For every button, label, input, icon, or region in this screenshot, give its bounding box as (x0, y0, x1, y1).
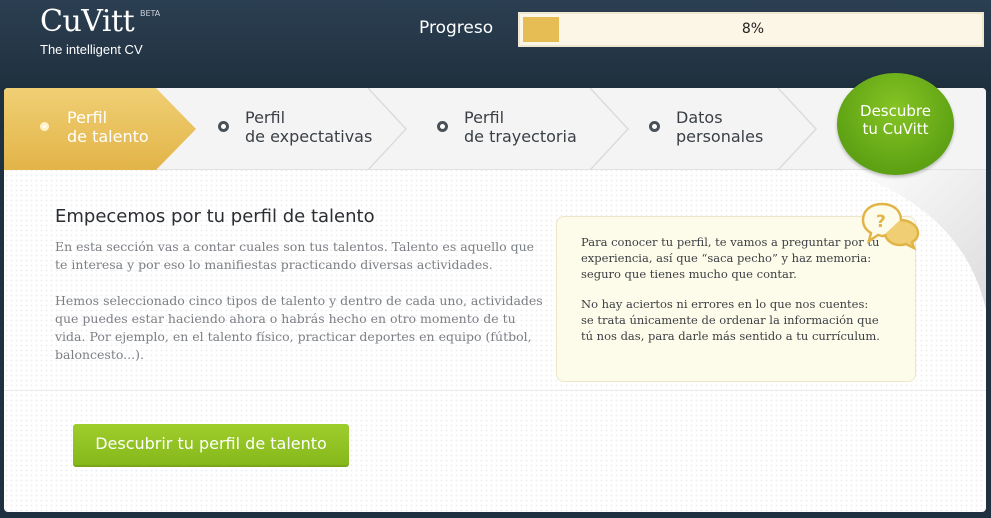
step-active-dot-icon (40, 122, 49, 131)
step-label: Perfil de expectativas (245, 108, 373, 146)
descubre-cuvitt-button[interactable]: Descubre tu CuVitt (837, 73, 954, 175)
help-text: Para conocer tu perfil, te vamos a pregu… (581, 235, 880, 281)
step-perfil-expectativas[interactable]: Perfil de expectativas (204, 88, 404, 170)
logo[interactable]: CuVitt (40, 4, 135, 39)
step-dot-icon (437, 121, 448, 132)
beta-badge: BETA (140, 9, 161, 18)
step-datos-personales[interactable]: Datos personales (634, 88, 794, 170)
detail-paragraph: Hemos seleccionado cinco tipos de talent… (55, 293, 543, 362)
button-label: Descubrir tu perfil de talento (95, 434, 327, 453)
main-card: Perfil de talento Perfil de expectativas… (4, 73, 986, 512)
intro-paragraph: En esta sección vas a contar cuales son … (55, 239, 535, 272)
step-perfil-trayectoria[interactable]: Perfil de trayectoria (424, 88, 604, 170)
section-heading: Empecemos por tu perfil de talento (55, 206, 375, 227)
step-perfil-talento[interactable]: Perfil de talento (4, 88, 194, 170)
header-bar: CuVitt BETA The intelligent CV Progreso … (0, 0, 991, 92)
content-divider (4, 390, 986, 391)
step-label: Perfil de trayectoria (464, 108, 577, 146)
help-text: No hay aciertos ni errores en lo que nos… (581, 297, 880, 343)
logo-tagline: The intelligent CV (40, 42, 143, 57)
step-dot-icon (649, 121, 660, 132)
question-bubble-icon: ? (861, 202, 920, 250)
step-label: Datos personales (676, 108, 764, 146)
progress-value: 8% (741, 21, 765, 37)
cta-label: Descubre tu CuVitt (860, 102, 931, 138)
step-dot-icon (218, 121, 229, 132)
progress-label: Progreso (419, 18, 494, 38)
progress-bar: 8% (518, 12, 984, 47)
svg-text:?: ? (876, 212, 886, 232)
discover-talent-button[interactable]: Descubrir tu perfil de talento (73, 424, 349, 467)
step-label: Perfil de talento (67, 108, 149, 146)
